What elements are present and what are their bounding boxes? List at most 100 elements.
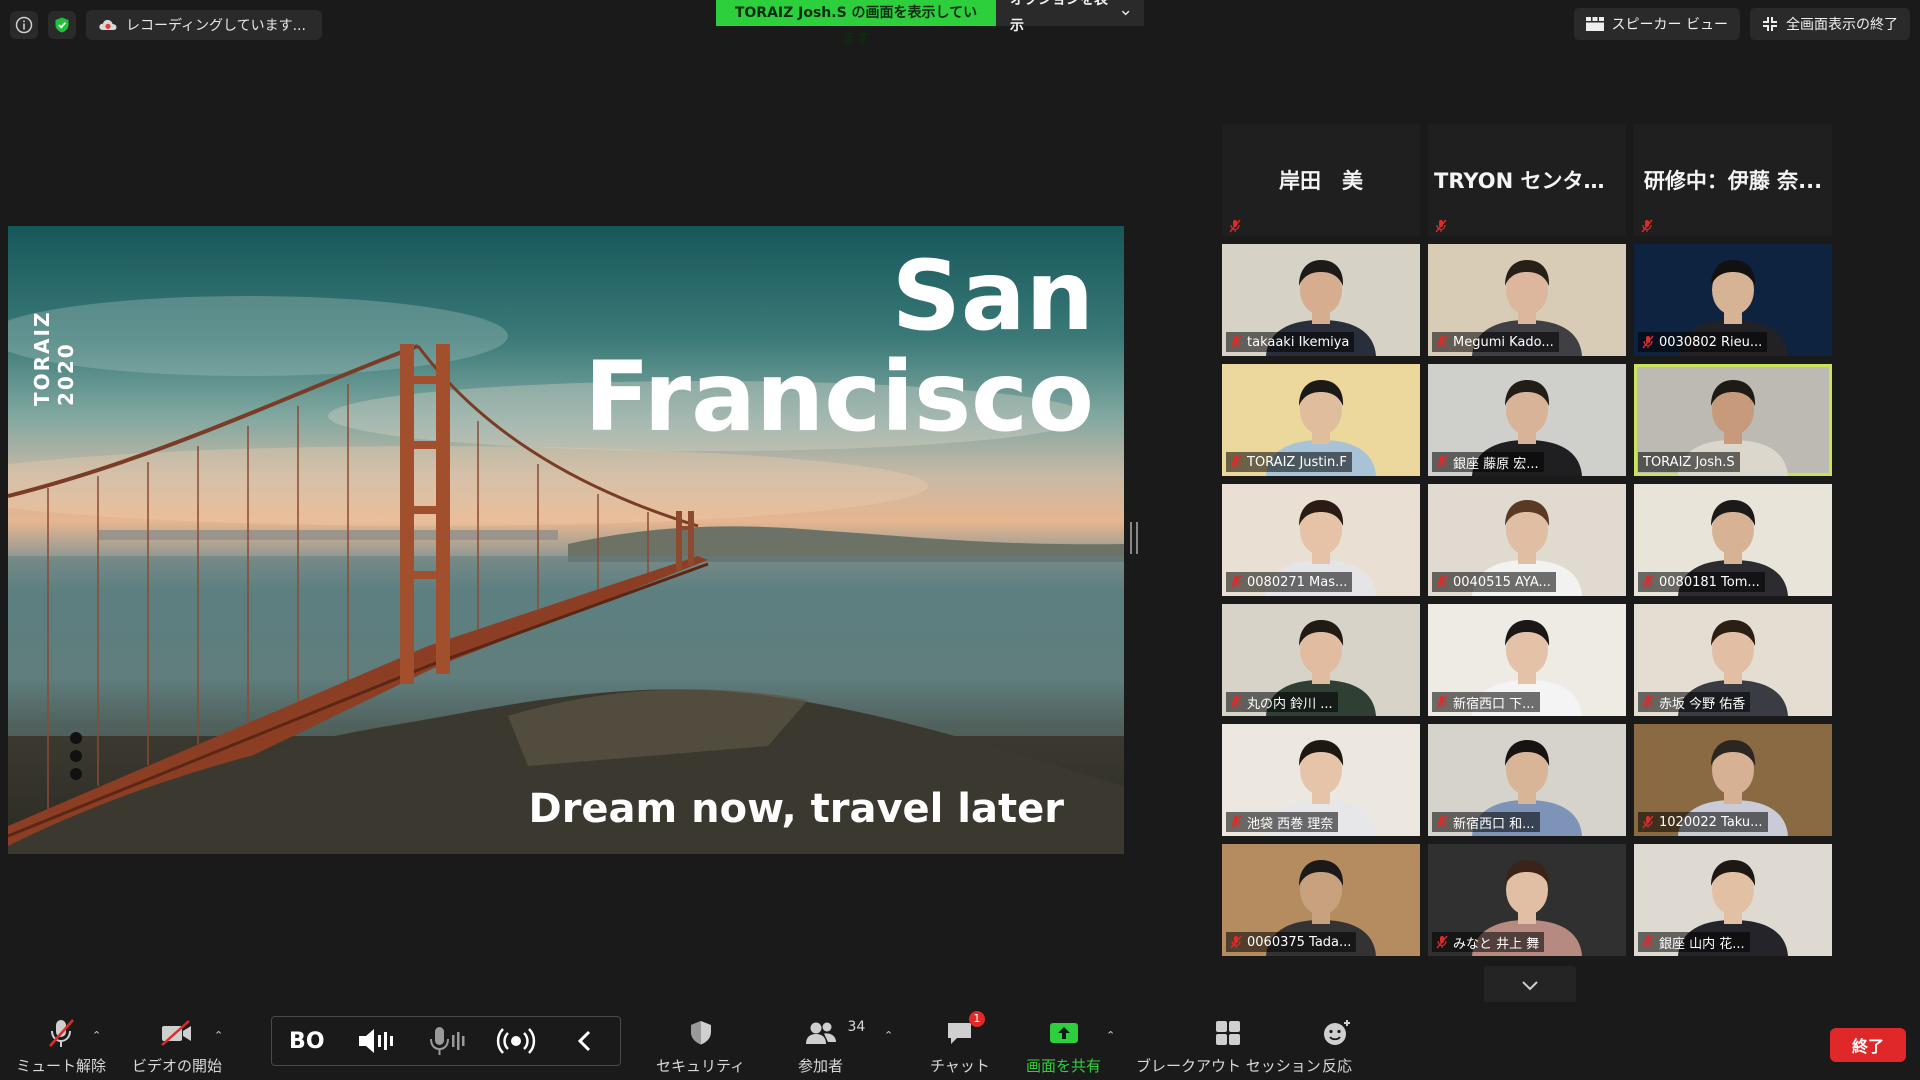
exit-fullscreen-button[interactable]: 全画面表示の終了 bbox=[1750, 8, 1910, 40]
participant-tile[interactable]: 0080181 Tom... bbox=[1634, 484, 1832, 596]
participant-tile[interactable]: 研修中：伊藤 奈... bbox=[1634, 124, 1832, 236]
more-options-icon[interactable] bbox=[70, 732, 82, 780]
muted-mic-icon bbox=[1642, 575, 1654, 589]
panel-resize-handle[interactable] bbox=[1130, 522, 1138, 554]
participant-tile[interactable]: 赤坂 今野 佑香 bbox=[1634, 604, 1832, 716]
participant-name-label: 池袋 西巻 理奈 bbox=[1226, 812, 1339, 832]
meeting-info-icon[interactable] bbox=[10, 11, 38, 39]
chevron-down-icon bbox=[1121, 10, 1130, 16]
audio-options-caret[interactable]: ⌃ bbox=[92, 1029, 101, 1042]
muted-mic-icon bbox=[1436, 335, 1448, 349]
participant-tile[interactable]: Megumi Kado... bbox=[1428, 244, 1626, 356]
security-label: セキュリティ bbox=[656, 1057, 746, 1075]
participant-tile[interactable]: 銀座 藤原 宏... bbox=[1428, 364, 1626, 476]
participants-button[interactable]: 34 参加者 bbox=[798, 1013, 865, 1076]
slide-tagline: Dream now, travel later bbox=[528, 786, 1065, 832]
chat-label: チャット bbox=[930, 1057, 990, 1075]
chevron-down-icon bbox=[1522, 981, 1538, 991]
top-right-controls: スピーカー ビュー 全画面表示の終了 bbox=[1573, 8, 1910, 40]
participant-name-label: TORAIZ Josh.S bbox=[1638, 452, 1740, 472]
end-meeting-button[interactable]: 終了 bbox=[1830, 1028, 1906, 1062]
participant-tile[interactable]: 0060375 Tada... bbox=[1222, 844, 1420, 956]
muted-mic-icon bbox=[1435, 219, 1447, 233]
participant-name: 赤坂 今野 佑香 bbox=[1659, 696, 1746, 712]
participant-tile[interactable]: 岸田 美 bbox=[1222, 124, 1420, 236]
top-left-controls: レコーディングしています... bbox=[10, 10, 322, 40]
recording-label: レコーディングしています... bbox=[126, 18, 306, 34]
share-banner-text: TORAIZ Josh.S の画面を表示しています bbox=[716, 0, 996, 47]
participant-tile[interactable]: 新宿西口 和... bbox=[1428, 724, 1626, 836]
slide-title-line1: San bbox=[891, 240, 1094, 352]
participant-name: 0060375 Tada... bbox=[1247, 934, 1352, 950]
participant-name-label: 赤坂 今野 佑香 bbox=[1638, 692, 1751, 712]
muted-mic-icon bbox=[1642, 695, 1654, 709]
recording-indicator[interactable]: レコーディングしています... bbox=[86, 10, 322, 40]
reactions-button[interactable]: 反応 bbox=[1322, 1013, 1352, 1076]
speaker-view-button[interactable]: スピーカー ビュー bbox=[1573, 8, 1740, 40]
gallery-next-page-button[interactable] bbox=[1484, 966, 1576, 1006]
video-options-caret[interactable]: ⌃ bbox=[214, 1029, 223, 1042]
muted-mic-icon bbox=[1436, 935, 1448, 949]
muted-mic-icon bbox=[1230, 695, 1242, 709]
exit-fullscreen-label: 全画面表示の終了 bbox=[1786, 17, 1898, 33]
participant-name: 0030802 Rieu... bbox=[1659, 334, 1763, 350]
muted-mic-icon bbox=[1230, 335, 1242, 349]
participant-name: TORAIZ Justin.F bbox=[1247, 454, 1347, 470]
bo-logo-icon[interactable]: BO bbox=[285, 1021, 329, 1061]
participant-tile[interactable]: 銀座 山内 花... bbox=[1634, 844, 1832, 956]
participant-display-name: 岸田 美 bbox=[1279, 169, 1363, 193]
participant-tile[interactable]: takaaki Ikemiya bbox=[1222, 244, 1420, 356]
start-video-button[interactable]: ビデオの開始 bbox=[132, 1013, 222, 1076]
speaker-view-label: スピーカー ビュー bbox=[1611, 17, 1728, 33]
participant-name-label: 丸の内 鈴川 ... bbox=[1226, 692, 1338, 712]
participant-display-name: 研修中：伊藤 奈... bbox=[1643, 169, 1823, 193]
participant-name: 銀座 山内 花... bbox=[1659, 936, 1745, 952]
share-screen-label: 画面を共有 bbox=[1026, 1057, 1102, 1075]
participant-display-name: TRYON センター... bbox=[1434, 169, 1620, 193]
broadcast-icon[interactable] bbox=[494, 1021, 538, 1061]
unmute-button[interactable]: ミュート解除 bbox=[16, 1013, 106, 1076]
participant-tile[interactable]: 0080271 Mas... bbox=[1222, 484, 1420, 596]
collapse-arrow-icon[interactable] bbox=[563, 1021, 607, 1061]
participant-name-label: 0080271 Mas... bbox=[1226, 572, 1353, 592]
participant-name: 新宿西口 和... bbox=[1453, 816, 1535, 832]
muted-mic-icon bbox=[1230, 575, 1242, 589]
breakout-rooms-button[interactable]: ブレークアウト セッション bbox=[1136, 1013, 1321, 1076]
view-options-button[interactable]: オプションを表示 bbox=[996, 0, 1144, 34]
participant-tile[interactable]: TORAIZ Justin.F bbox=[1222, 364, 1420, 476]
speaker-view-icon bbox=[1585, 17, 1604, 31]
participant-name-label: 新宿西口 下... bbox=[1432, 692, 1540, 712]
participant-name-label: takaaki Ikemiya bbox=[1226, 332, 1355, 352]
participant-tile[interactable]: 0030802 Rieu... bbox=[1634, 244, 1832, 356]
shared-screen[interactable]: TORAIZ 2020 San Francisco Dream now, tra… bbox=[8, 226, 1124, 854]
participant-name: 0040515 AYA... bbox=[1453, 574, 1551, 590]
share-screen-icon bbox=[1049, 1023, 1078, 1043]
participants-options-caret[interactable]: ⌃ bbox=[884, 1029, 893, 1042]
slide-title: San Francisco bbox=[584, 246, 1094, 448]
chat-button[interactable]: 1 チャット bbox=[930, 1011, 990, 1076]
participant-name: 新宿西口 下... bbox=[1453, 696, 1535, 712]
mic-level-icon[interactable] bbox=[424, 1021, 468, 1061]
slide-title-line2: Francisco bbox=[584, 340, 1094, 453]
participant-tile[interactable]: 池袋 西巻 理奈 bbox=[1222, 724, 1420, 836]
share-screen-button[interactable]: 画面を共有 bbox=[1026, 1013, 1101, 1076]
participant-name: 1020022 Taku... bbox=[1659, 814, 1763, 830]
recording-toolbar: BO bbox=[271, 1016, 621, 1066]
participant-tile[interactable]: 1020022 Taku... bbox=[1634, 724, 1832, 836]
security-button[interactable]: セキュリティ bbox=[656, 1013, 745, 1076]
screen-share-banner: TORAIZ Josh.S の画面を表示しています オプションを表示 bbox=[716, 0, 1144, 47]
participant-tile[interactable]: 丸の内 鈴川 ... bbox=[1222, 604, 1420, 716]
participant-tile[interactable]: 0040515 AYA... bbox=[1428, 484, 1626, 596]
breakout-rooms-label: ブレークアウト セッション bbox=[1136, 1057, 1321, 1075]
participant-tile[interactable]: 新宿西口 下... bbox=[1428, 604, 1626, 716]
share-options-caret[interactable]: ⌃ bbox=[1106, 1029, 1115, 1042]
participant-name: TORAIZ Josh.S bbox=[1643, 454, 1735, 470]
encryption-shield-icon[interactable] bbox=[48, 11, 76, 39]
participant-tile[interactable]: みなと 井上 舞 bbox=[1428, 844, 1626, 956]
muted-mic-icon bbox=[49, 1019, 74, 1047]
participant-tile[interactable]: TRYON センター... bbox=[1428, 124, 1626, 236]
speaker-volume-icon[interactable] bbox=[354, 1021, 398, 1061]
participant-name: みなと 井上 舞 bbox=[1453, 936, 1540, 952]
participant-name-label: 0060375 Tada... bbox=[1226, 932, 1357, 952]
participant-tile[interactable]: TORAIZ Josh.S bbox=[1634, 364, 1832, 476]
